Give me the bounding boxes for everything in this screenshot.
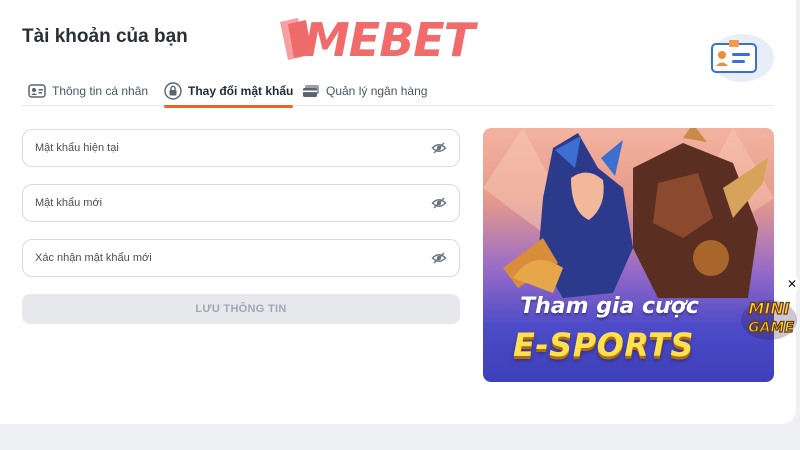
- tab-bank-management[interactable]: Quản lý ngân hàng: [302, 76, 427, 106]
- id-card-icon: [28, 82, 46, 100]
- eye-slash-icon[interactable]: [431, 195, 447, 211]
- banner-headline: Tham gia cược: [520, 294, 699, 319]
- current-password-input[interactable]: [35, 142, 431, 154]
- current-password-field[interactable]: [22, 129, 460, 167]
- page-title: Tài khoản của bạn: [22, 26, 188, 47]
- mini-game-widget[interactable]: MINI GAME: [738, 290, 800, 344]
- new-password-field[interactable]: [22, 184, 460, 222]
- tab-change-password-label: Thay đổi mật khẩu: [188, 84, 294, 98]
- bank-card-icon: [302, 82, 320, 100]
- save-button[interactable]: LƯU THÔNG TIN: [22, 294, 460, 324]
- close-icon[interactable]: ✕: [784, 276, 800, 292]
- eye-slash-icon[interactable]: [431, 140, 447, 156]
- tab-personal-info[interactable]: Thông tin cá nhân: [28, 76, 148, 106]
- confirm-password-field[interactable]: [22, 239, 460, 277]
- tab-personal-info-label: Thông tin cá nhân: [52, 84, 149, 98]
- mini-game-label-line1: MINI: [748, 299, 789, 318]
- eye-slash-icon[interactable]: [431, 250, 447, 266]
- brand-logo[interactable]: MEBET: [276, 10, 526, 68]
- lock-icon: [164, 82, 182, 100]
- new-password-input[interactable]: [35, 197, 431, 209]
- account-tabs: Thông tin cá nhân Thay đổi mật khẩu Quản…: [22, 76, 774, 108]
- esports-promo-banner[interactable]: Tham gia cược E-SPORTS: [483, 128, 774, 382]
- tab-change-password[interactable]: Thay đổi mật khẩu: [164, 76, 294, 108]
- mini-game-label-line2: GAME: [748, 320, 794, 336]
- mini-game-badge-icon: MINI GAME: [741, 298, 797, 340]
- account-card: Tài khoản của bạn MEBET Thông tin cá nhâ…: [0, 0, 800, 424]
- logo-text: MEBET: [304, 13, 475, 67]
- tab-bank-management-label: Quản lý ngân hàng: [326, 84, 428, 98]
- banner-esports-title: E-SPORTS: [513, 326, 694, 364]
- confirm-password-input[interactable]: [35, 252, 431, 264]
